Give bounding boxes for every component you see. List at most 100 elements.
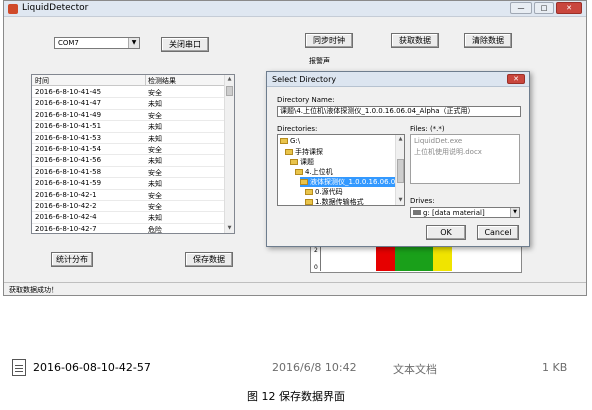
minimize-button[interactable]: — <box>510 2 532 14</box>
table-row[interactable]: 2016-6-8-10-41-56 未知 <box>32 155 224 167</box>
alarm-bar <box>414 246 433 271</box>
alarm-group-label: 报警声 <box>309 57 330 65</box>
table-row[interactable]: 2016-6-8-10-42-4 未知 <box>32 212 224 224</box>
row-time: 2016-6-8-10-42-2 <box>35 202 97 210</box>
table-row[interactable]: 2016-6-8-10-42-7 危险 <box>32 224 224 234</box>
row-time: 2016-6-8-10-42-4 <box>35 213 97 222</box>
status-text: 获取数据成功！ <box>9 286 58 294</box>
row-result: 安全 <box>148 111 162 120</box>
list-header: 时间 检测结果 <box>32 75 224 86</box>
table-row[interactable]: 2016-6-8-10-42-2 安全 <box>32 201 224 213</box>
table-row[interactable]: 2016-6-8-10-41-51 未知 <box>32 121 224 133</box>
tree-item[interactable]: G:\ <box>280 137 300 147</box>
list-scrollbar[interactable]: ▲ ▼ <box>224 75 234 233</box>
title-bar: LiquidDetector — □ ✕ <box>4 1 586 17</box>
chevron-down-icon[interactable]: ▼ <box>128 38 139 48</box>
row-result: 安全 <box>148 146 162 154</box>
row-result: 未知 <box>148 180 162 189</box>
axis-tick-top: 2 <box>314 247 318 254</box>
row-result: 未知 <box>148 100 162 109</box>
maximize-button[interactable]: □ <box>534 2 554 14</box>
tree-item-label: 1.数据传输格式 <box>315 198 364 206</box>
records-list[interactable]: 时间 检测结果 2016-6-8-10-41-45 安全 2016-6-8-10-4… <box>31 74 235 234</box>
app-icon <box>8 4 18 14</box>
tree-item[interactable]: 手持课探 <box>285 147 323 157</box>
folder-icon <box>285 149 293 155</box>
table-row[interactable]: 2016-6-8-10-41-45 安全 <box>32 87 224 99</box>
tree-item[interactable]: 课题 <box>290 157 314 167</box>
files-list: LiquidDet.exe 上位机使用说明.docx <box>410 134 520 184</box>
fetch-data-button[interactable]: 获取数据 <box>391 33 439 48</box>
tree-item-label: 0.源代码 <box>315 188 343 196</box>
tree-item-label: 手持课探 <box>295 148 323 156</box>
scroll-thumb[interactable] <box>226 86 233 96</box>
file-item: 上位机使用说明.docx <box>414 148 482 156</box>
dialog-close-button[interactable]: ✕ <box>507 74 525 84</box>
table-row[interactable]: 2016-6-8-10-41-47 未知 <box>32 98 224 110</box>
tree-scroll-thumb[interactable] <box>397 159 404 183</box>
row-result: 未知 <box>148 214 162 223</box>
sync-clock-button[interactable]: 同步时钟 <box>305 33 353 48</box>
folder-icon <box>305 189 313 195</box>
scroll-up-icon[interactable]: ▲ <box>225 75 234 84</box>
ok-button[interactable]: OK <box>426 225 466 240</box>
column-header-time[interactable]: 时间 <box>35 76 49 86</box>
row-time: 2016-6-8-10-42-7 <box>35 224 97 233</box>
figure-caption: 图 12 保存数据界面 <box>247 390 345 403</box>
column-header-result[interactable]: 检测结果 <box>148 76 176 86</box>
alarm-bar <box>376 246 395 271</box>
select-directory-dialog: Select Directory ✕ Directory Name: 课题\4.… <box>266 71 530 247</box>
com-port-value: COM7 <box>58 39 79 47</box>
save-data-button[interactable]: 保存数据 <box>185 252 233 267</box>
row-time: 2016-6-8-10-41-47 <box>35 99 102 108</box>
chevron-down-icon[interactable]: ▼ <box>510 208 519 217</box>
row-result: 安全 <box>148 203 162 211</box>
tree-scroll-down-icon[interactable]: ▼ <box>396 196 404 205</box>
com-port-select[interactable]: COM7 ▼ <box>54 37 140 49</box>
statistics-button[interactable]: 统计分布 <box>51 252 93 267</box>
folder-icon <box>300 179 308 185</box>
tree-item[interactable]: 1.数据传输格式 <box>305 197 364 206</box>
window-title: LiquidDetector <box>22 3 89 13</box>
row-result: 安全 <box>148 168 162 177</box>
tree-scrollbar[interactable]: ▲ ▼ <box>395 135 404 205</box>
row-time: 2016-6-8-10-41-54 <box>35 145 102 153</box>
file-name[interactable]: 2016-06-08-10-42-57 <box>33 361 151 374</box>
file-item: LiquidDet.exe <box>414 137 463 145</box>
tree-scroll-up-icon[interactable]: ▲ <box>396 135 404 144</box>
row-result: 危险 <box>148 225 162 234</box>
file-date: 2016/6/8 10:42 <box>272 361 357 374</box>
tree-item[interactable]: 0.源代码 <box>305 187 343 197</box>
folder-icon <box>305 199 313 205</box>
table-row[interactable]: 2016-6-8-10-41-53 未知 <box>32 133 224 144</box>
clear-data-button[interactable]: 清除数据 <box>464 33 512 48</box>
tree-item[interactable]: 液体探测仪_1.0.0.16.06.04_Al <box>300 177 405 187</box>
close-button[interactable]: ✕ <box>556 2 582 14</box>
drive-select[interactable]: g: [data material] ▼ <box>410 207 520 218</box>
table-row[interactable]: 2016-6-8-10-41-54 安全 <box>32 144 224 156</box>
close-port-button[interactable]: 关闭串口 <box>161 37 209 52</box>
alarm-bar <box>433 246 452 271</box>
folder-icon <box>280 138 288 144</box>
tree-item-label: 液体探测仪_1.0.0.16.06.04_Al <box>310 178 405 186</box>
row-time: 2016-6-8-10-41-53 <box>35 133 102 142</box>
table-row[interactable]: 2016-6-8-10-42-1 安全 <box>32 190 224 201</box>
status-bar: 获取数据成功！ <box>4 282 586 295</box>
axis-tick-bottom: 0 <box>314 264 318 271</box>
scroll-down-icon[interactable]: ▼ <box>225 224 234 233</box>
cancel-button[interactable]: Cancel <box>477 225 519 240</box>
table-row[interactable]: 2016-6-8-10-41-58 安全 <box>32 167 224 179</box>
directory-name-input[interactable]: 课题\4.上位机\液体探测仪_1.0.0.16.06.04_Alpha（正式用） <box>277 106 521 117</box>
directories-label: Directories: <box>277 125 318 133</box>
row-time: 2016-6-8-10-41-45 <box>35 88 102 96</box>
directory-tree[interactable]: G:\ 手持课探 课题 4.上位机液体探测仪_1.0.0.16.06.04_Al 0.源… <box>277 134 405 206</box>
drives-label: Drives: <box>410 197 435 205</box>
tree-item-label: 4.上位机 <box>305 168 333 176</box>
file-size: 1 KB <box>542 361 568 374</box>
dialog-title: Select Directory <box>272 75 337 84</box>
tree-item[interactable]: 4.上位机 <box>295 167 333 177</box>
table-row[interactable]: 2016-6-8-10-41-59 未知 <box>32 178 224 190</box>
drive-icon <box>413 210 421 215</box>
table-row[interactable]: 2016-6-8-10-41-49 安全 <box>32 110 224 122</box>
row-time: 2016-6-8-10-41-58 <box>35 167 102 176</box>
